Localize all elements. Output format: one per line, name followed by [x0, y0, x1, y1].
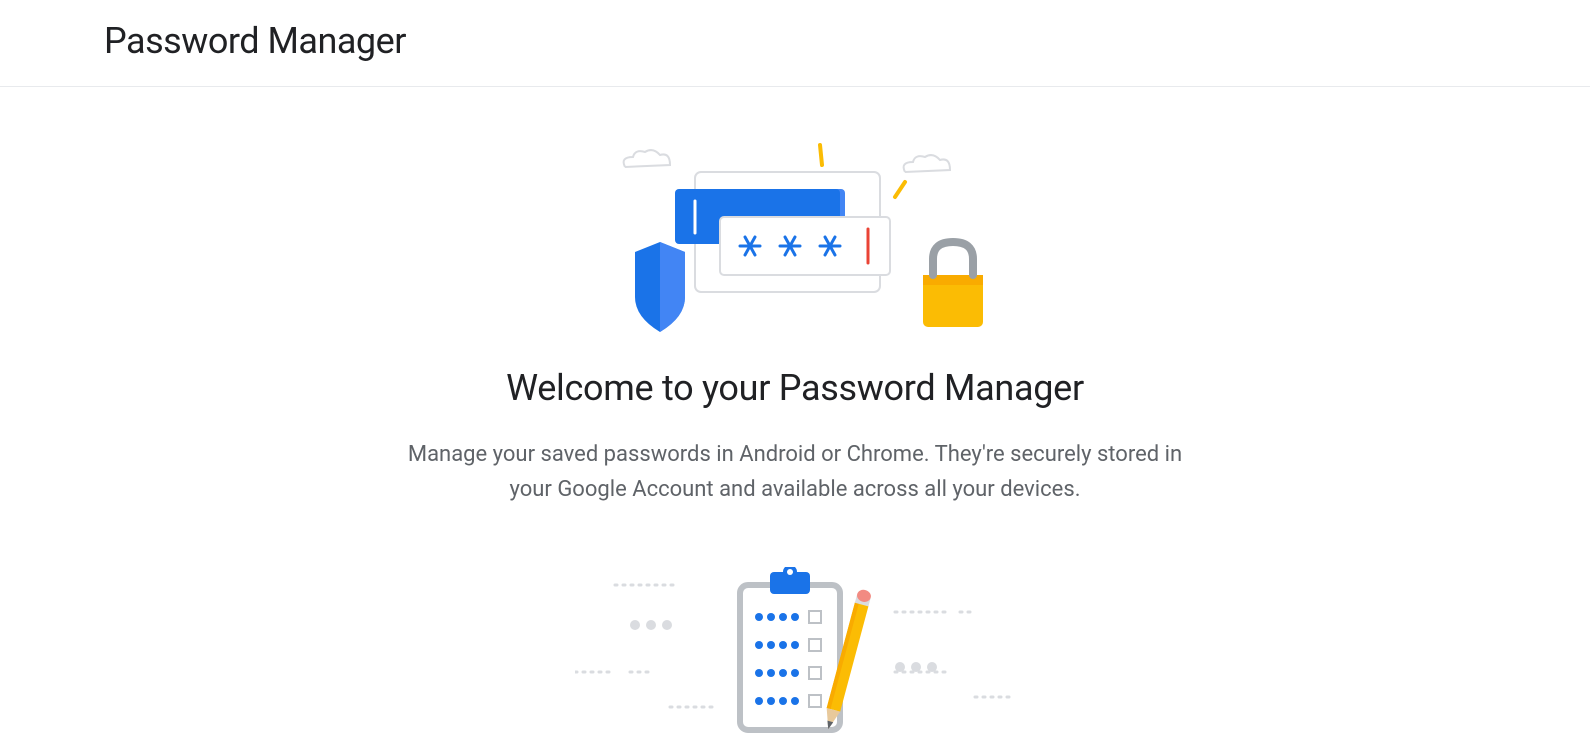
welcome-title: Welcome to your Password Manager	[506, 367, 1084, 409]
hero-illustration	[575, 137, 1015, 337]
welcome-description: Manage your saved passwords in Android o…	[405, 437, 1185, 507]
page-header: Password Manager	[0, 0, 1590, 87]
main-content: Welcome to your Password Manager Manage …	[0, 87, 1590, 747]
password-illustration-icon	[575, 137, 1015, 337]
page-title: Password Manager	[104, 20, 1590, 62]
checkup-illustration	[575, 567, 1015, 747]
clipboard-illustration-icon	[575, 567, 1015, 747]
